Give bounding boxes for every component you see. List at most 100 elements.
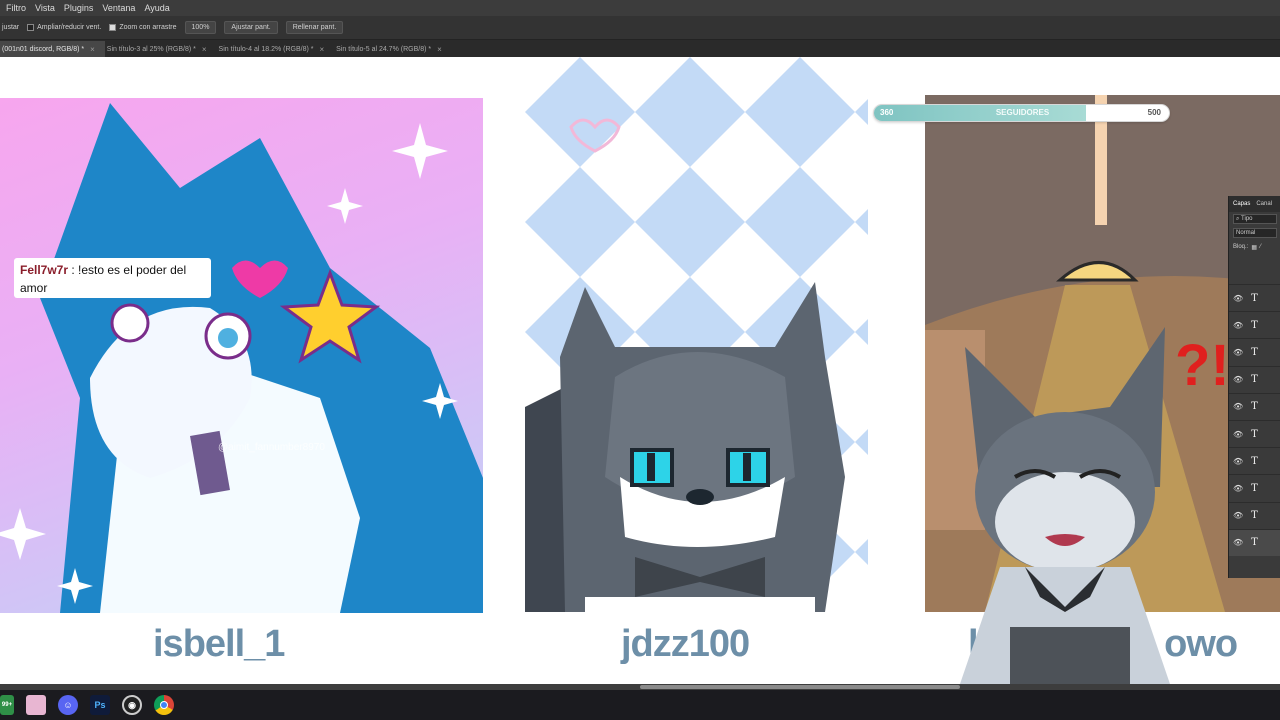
resize-windows-checkbox[interactable]: Ampliar/reducir vent. — [27, 24, 101, 31]
eye-icon[interactable]: 👁 — [1233, 457, 1243, 466]
eye-icon[interactable]: 👁 — [1233, 402, 1243, 411]
menu-help[interactable]: Ayuda — [144, 3, 169, 13]
tab-label: Sin título-3 al 25% (RGB/8) * — [106, 45, 196, 53]
text-layer-icon: T — [1251, 374, 1258, 386]
photoshop-icon[interactable]: Ps — [90, 695, 110, 715]
options-bar: justar Ampliar/reducir vent. Zoom con ar… — [0, 16, 1280, 40]
layer-row[interactable]: 👁 T — [1229, 447, 1280, 474]
text-layer-icon: T — [1251, 510, 1258, 522]
layer-filter-row: ⌕ Tipo — [1229, 212, 1280, 226]
blend-mode-select[interactable]: Normal — [1233, 228, 1277, 238]
text-layer-icon: T — [1251, 346, 1258, 358]
eye-icon[interactable]: 👁 — [1233, 484, 1243, 493]
lock-pixels-icon[interactable]: ▦ — [1251, 244, 1257, 251]
chat-username: Fell7w7r — [20, 263, 69, 277]
eye-icon[interactable]: 👁 — [1233, 430, 1243, 439]
tab-document-3[interactable]: Sin título-4 al 18.2% (RGB/8) * × — [217, 41, 335, 57]
tab-layers[interactable]: Capas — [1233, 201, 1250, 207]
close-icon[interactable]: × — [437, 45, 442, 54]
options-cut-label: justar — [2, 24, 20, 31]
layer-filter-select[interactable]: ⌕ Tipo — [1233, 214, 1277, 224]
artist-watermark: @aimit_fannumber8970 — [218, 442, 325, 453]
scrubby-zoom-checkbox[interactable]: Zoom con arrastre — [109, 24, 177, 31]
eye-icon[interactable]: 👁 — [1233, 511, 1243, 520]
layer-row[interactable]: 👁 T — [1229, 284, 1280, 311]
art-card-jdzz100 — [525, 57, 868, 612]
artist-name-2: jdzz100 — [621, 623, 750, 665]
layer-row[interactable]: 👁 T — [1229, 501, 1280, 529]
menu-plugins[interactable]: Plugins — [64, 3, 94, 13]
pink-app-icon[interactable] — [26, 695, 46, 715]
document-tabs: (001n01 discord, RGB/8) * × Sin título-3 … — [0, 40, 1280, 57]
close-icon[interactable]: × — [90, 45, 95, 54]
scrollbar-thumb[interactable] — [640, 685, 960, 689]
close-icon[interactable]: × — [202, 45, 207, 54]
menu-filter[interactable]: Filtro — [6, 3, 26, 13]
search-icon: ⌕ — [1236, 215, 1240, 222]
filter-label: Tipo — [1241, 216, 1253, 222]
layer-row[interactable]: 👁 T — [1229, 420, 1280, 447]
layer-row[interactable]: 👁 T — [1229, 338, 1280, 365]
eye-icon[interactable]: 👁 — [1233, 321, 1243, 330]
art-card-isbell: @aimit_fannumber8970 — [0, 98, 483, 613]
followers-goal-bar: SEGUIDORES 360 500 — [873, 104, 1170, 122]
layers-panel: Capas Canal ⌕ Tipo Normal Bloq.: ▦ ⁄ 👁 T 👁… — [1228, 196, 1280, 578]
checkbox-checked-icon — [109, 24, 117, 31]
photoshop-label: Ps — [94, 700, 106, 710]
text-layer-icon: T — [1251, 401, 1258, 413]
obs-icon[interactable]: ◉ — [122, 695, 142, 715]
close-icon[interactable]: × — [319, 45, 324, 54]
document-canvas[interactable]: @aimit_fannumber8970 Fell7w7r : !esto es… — [0, 57, 1280, 684]
menu-bar: Filtro Vista Plugins Ventana Ayuda — [0, 0, 1280, 16]
followers-current: 360 — [880, 108, 894, 117]
wolf-artwork-2 — [525, 57, 868, 612]
fit-screen-button[interactable]: Ajustar pant. — [224, 21, 278, 34]
zoom-100-button[interactable]: 100% — [184, 21, 217, 34]
eye-icon[interactable]: 👁 — [1233, 538, 1243, 547]
text-layer-icon: T — [1251, 292, 1258, 304]
tab-document-2[interactable]: Sin título-3 al 25% (RGB/8) * × — [105, 41, 217, 57]
lock-label: Bloq.: — [1233, 244, 1249, 250]
tab-channels[interactable]: Canal — [1256, 201, 1272, 207]
layer-row[interactable]: 👁 T — [1229, 365, 1280, 393]
lock-position-icon[interactable]: ⁄ — [1260, 244, 1261, 250]
vtuber-avatar — [960, 327, 1170, 684]
followers-goal: 500 — [1147, 108, 1161, 117]
resize-windows-label: Ampliar/reducir vent. — [37, 24, 102, 31]
tab-label: Sin título-4 al 18.2% (RGB/8) * — [218, 45, 314, 53]
blend-mode-row: Normal — [1229, 226, 1280, 240]
text-layer-icon: T — [1251, 455, 1258, 467]
taskbar: 99+ ☺ Ps ◉ — [0, 690, 1280, 720]
text-layer-icon: T — [1251, 537, 1258, 549]
lock-row: Bloq.: ▦ ⁄ — [1229, 240, 1280, 254]
tab-label: (001n01 discord, RGB/8) * — [2, 45, 85, 53]
layer-row[interactable]: 👁 T — [1229, 474, 1280, 501]
chat-message: Fell7w7r : !esto es el poder del amor — [14, 258, 211, 298]
eye-icon[interactable]: 👁 — [1233, 294, 1243, 303]
layer-row[interactable]: 👁 T — [1229, 528, 1280, 556]
text-layer-icon: T — [1251, 428, 1258, 440]
tab-document-4[interactable]: Sin título-5 al 24.7% (RGB/8) * × — [334, 41, 452, 57]
chrome-icon[interactable] — [154, 695, 174, 715]
fill-screen-button[interactable]: Rellenar pant. — [285, 21, 344, 34]
eye-icon[interactable]: 👁 — [1233, 375, 1243, 384]
text-layer-icon: T — [1251, 319, 1258, 331]
followers-label: SEGUIDORES — [995, 108, 1050, 117]
wolf-artwork-1 — [0, 103, 483, 613]
tab-document-1[interactable]: (001n01 discord, RGB/8) * × — [0, 41, 105, 57]
eye-icon[interactable]: 👁 — [1233, 348, 1243, 357]
badge-icon[interactable]: 99+ — [0, 695, 14, 715]
screen: Filtro Vista Plugins Ventana Ayuda justa… — [0, 0, 1280, 720]
text-layer-icon: T — [1251, 482, 1258, 494]
badge-count: 99+ — [1, 702, 13, 708]
layers-panel-tabs: Capas Canal — [1229, 196, 1280, 212]
tab-label: Sin título-5 al 24.7% (RGB/8) * — [336, 45, 432, 53]
discord-icon[interactable]: ☺ — [58, 695, 78, 715]
layer-row[interactable]: 👁 T — [1229, 311, 1280, 338]
menu-window[interactable]: Ventana — [102, 3, 135, 13]
checkbox-unchecked-icon — [27, 24, 35, 31]
scrubby-zoom-label: Zoom con arrastre — [119, 24, 177, 31]
artist-name-1: isbell_1 — [153, 623, 285, 665]
layer-row[interactable]: 👁 T — [1229, 392, 1280, 420]
menu-view[interactable]: Vista — [35, 3, 55, 13]
